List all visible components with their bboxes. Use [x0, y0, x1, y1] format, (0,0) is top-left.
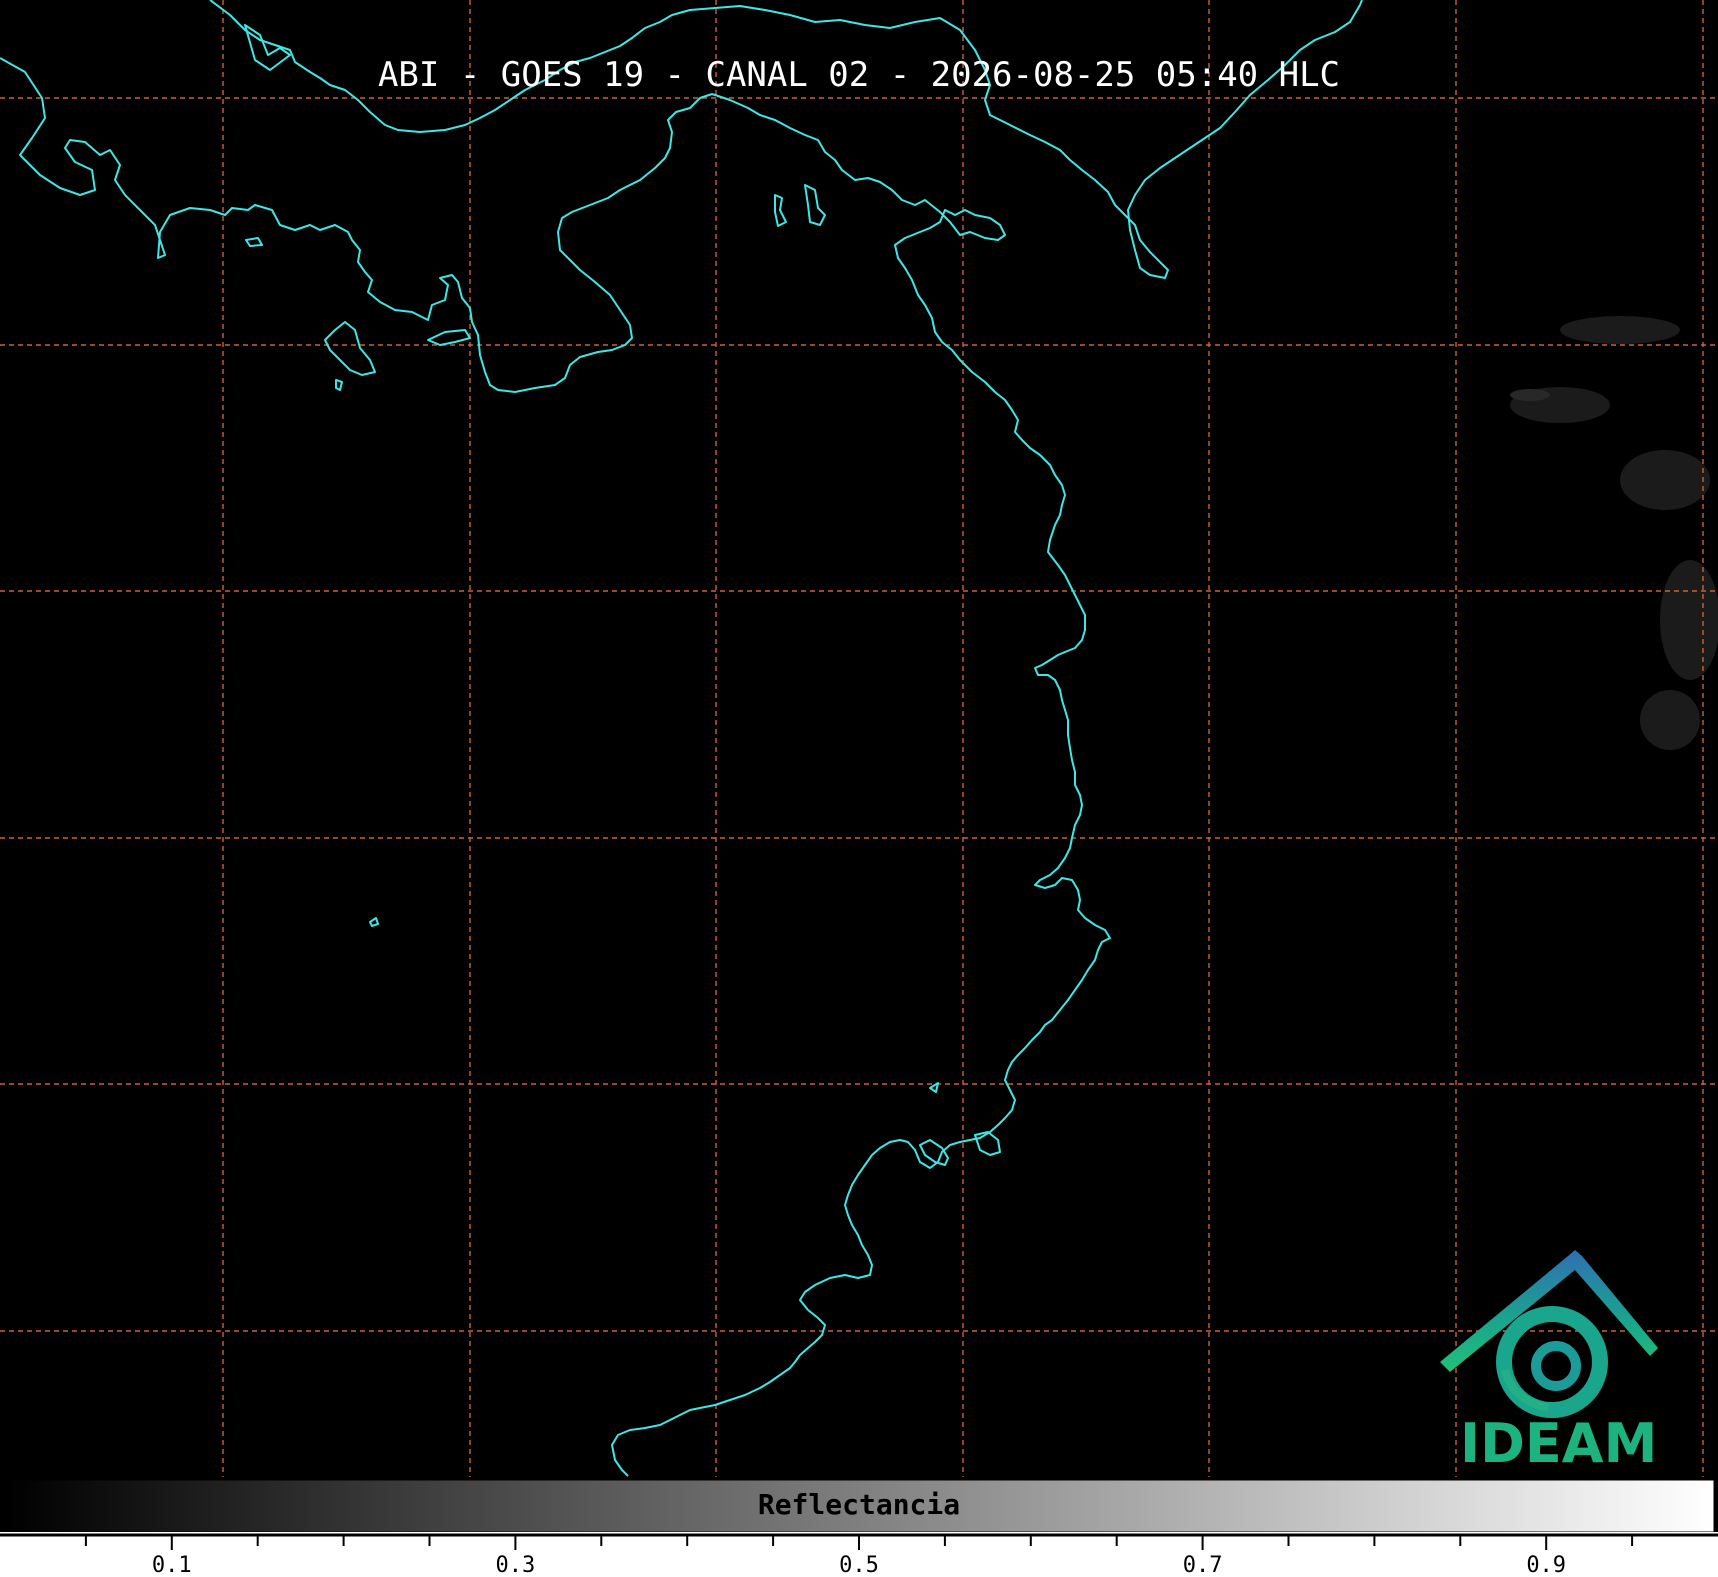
logo-text: IDEAM — [1460, 1412, 1658, 1475]
map-background — [0, 0, 1718, 1477]
colorbar-tick-label: 0.5 — [839, 1553, 879, 1577]
map-title: ABI - GOES 19 - CANAL 02 - 2026-08-25 05… — [377, 55, 1341, 95]
colorbar-tick-label: 0.9 — [1526, 1553, 1566, 1577]
colorbar-label: Reflectancia — [757, 1488, 961, 1521]
colorbar-tick-label: 0.1 — [152, 1553, 192, 1577]
satellite-map: 0.1 0.3 0.5 0.7 0.9 — [0, 0, 1718, 1577]
colorbar-tick-label: 0.7 — [1183, 1553, 1223, 1577]
colorbar-tick-label: 0.3 — [496, 1553, 536, 1577]
